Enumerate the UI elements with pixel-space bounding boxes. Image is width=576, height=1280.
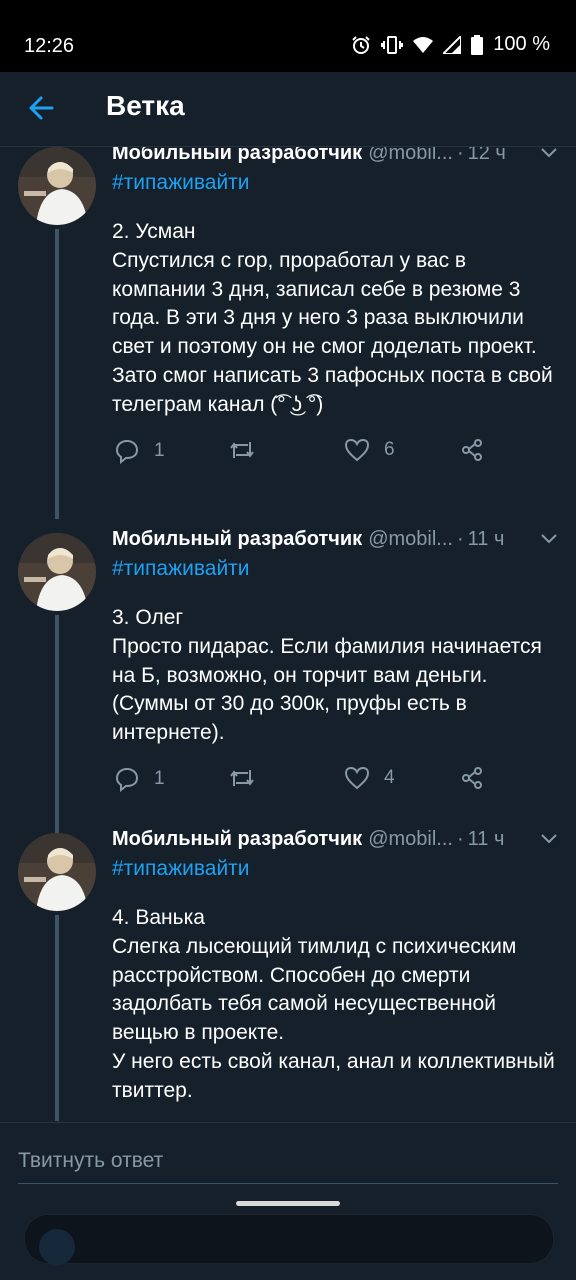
app-bar: Ветка [0,72,576,147]
thread-line [55,615,59,833]
tweet-header: Мобильный разработчик @mobil... · 11 ч [112,826,558,852]
author-name[interactable]: Мобильный разработчик [112,147,362,165]
hashtag-link[interactable]: #типаживайти [112,170,558,196]
separator-dot: · [456,827,464,850]
thread-line [55,229,59,519]
avatar[interactable] [18,833,96,911]
tweet-header: Мобильный разработчик @mobil... · 12 ч [112,147,558,166]
separator-dot: · [456,147,464,164]
tweet-time[interactable]: 12 ч [468,147,506,165]
arrow-left-icon [29,96,54,120]
tweet-text: 4. Ванька Слегка лысеющий тимлид с психи… [112,906,555,1102]
battery-level: 100 % [493,33,550,55]
page-title: Ветка [106,90,185,121]
heart-icon [344,766,370,790]
tweet-actions: 1 6 [112,438,558,468]
author-handle[interactable]: @mobil... [368,147,453,165]
share-icon [462,766,482,789]
reply-count: 1 [154,767,165,789]
thread-line [55,915,59,1121]
like-count: 4 [384,766,395,788]
author-handle[interactable]: @mobil... [368,528,453,551]
alarm-icon [351,35,371,55]
reply-button[interactable]: 1 [114,438,165,464]
chevron-down-icon[interactable] [540,532,558,550]
tweet-time[interactable]: 11 ч [468,828,505,851]
tweet-header: Мобильный разработчик @mobil... · 11 ч [112,526,558,552]
share-button[interactable] [460,438,484,462]
reply-placeholder: Твитнуть ответ [18,1149,164,1172]
like-count: 6 [384,438,395,460]
tweet-actions: 1 4 [112,766,558,796]
tweet-text: 3. Олег Просто пидарас. Если фамилия нач… [112,606,542,745]
retweet-button[interactable] [228,438,256,462]
tweet-content: Мобильный разработчик @mobil... · 11 ч #… [112,526,558,796]
like-button[interactable]: 4 [344,766,395,790]
share-button[interactable] [460,766,484,790]
tweet-time[interactable]: 11 ч [468,528,505,551]
retweet-icon [230,769,254,786]
chevron-down-icon[interactable] [540,832,558,850]
compose-icon [39,1229,75,1265]
hashtag-link[interactable]: #типаживайти [112,556,558,582]
retweet-icon [230,441,254,458]
tweet-content: Мобильный разработчик @mobil... · 11 ч #… [112,826,558,1106]
separator-dot: · [456,527,464,550]
like-button[interactable]: 6 [344,438,395,462]
share-icon [462,438,482,461]
reply-composer: Твитнуть ответ [0,1122,576,1213]
reply-icon [115,439,139,464]
reply-icon [115,767,139,792]
status-icons: 100 % [351,33,550,56]
reply-count: 1 [154,439,165,461]
battery-icon [471,34,484,55]
heart-icon [344,438,370,461]
hashtag-link[interactable]: #типаживайти [112,856,558,882]
signal-icon [443,35,462,54]
back-button[interactable] [26,92,58,124]
avatar[interactable] [18,533,96,611]
tweet-content: Мобильный разработчик @mobil... · 12 ч #… [112,147,558,468]
author-name[interactable]: Мобильный разработчик [112,528,362,551]
author-name[interactable]: Мобильный разработчик [112,828,362,851]
thread-timeline[interactable]: Мобильный разработчик @mobil... · 12 ч #… [0,147,576,1121]
tweet-text: 2. Усман Спустился с гор, проработал у в… [112,220,553,416]
reply-input[interactable]: Твитнуть ответ [18,1145,558,1184]
status-bar: 12:26 100 % [0,0,576,72]
status-time: 12:26 [24,35,75,57]
reply-button[interactable]: 1 [114,766,165,792]
avatar[interactable] [18,147,96,225]
home-indicator[interactable] [236,1201,340,1206]
wifi-icon [413,36,434,53]
chevron-down-icon[interactable] [540,147,558,164]
bottom-navigation [24,1214,554,1265]
vibrate-icon [381,35,404,55]
retweet-button[interactable] [228,766,256,790]
author-handle[interactable]: @mobil... [368,828,453,851]
